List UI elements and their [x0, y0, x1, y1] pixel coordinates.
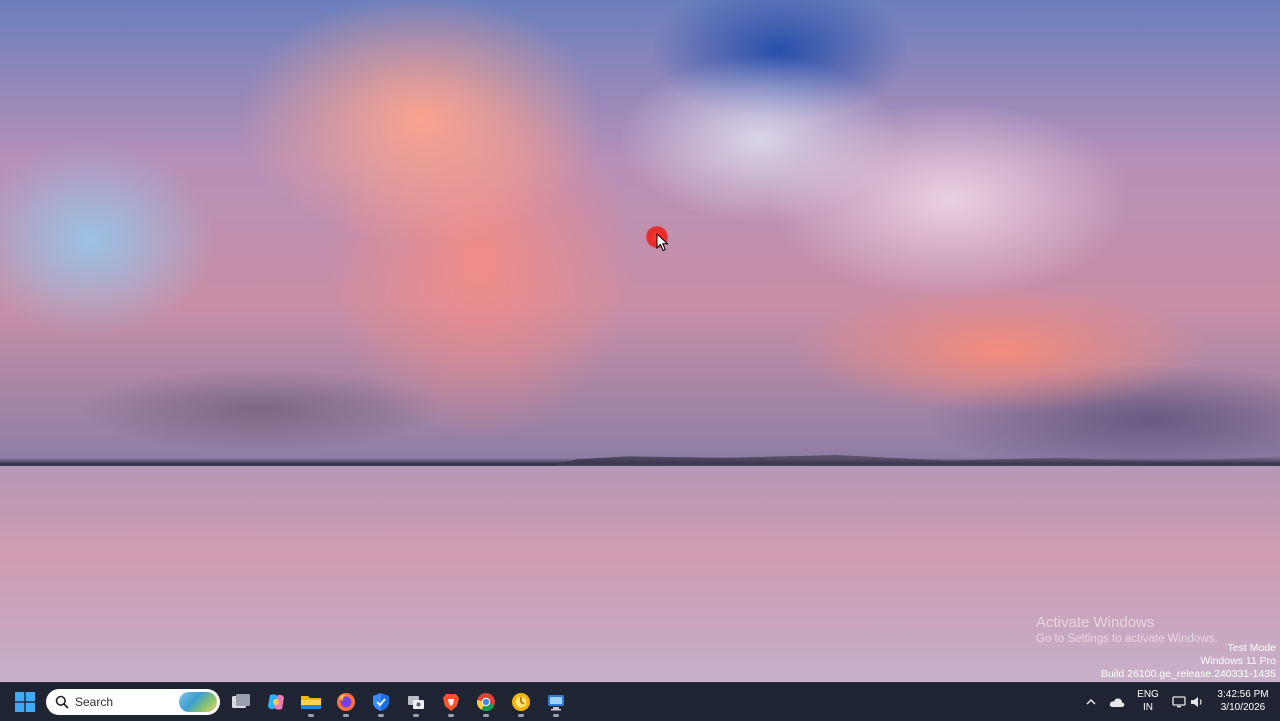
wallpaper-sky: [0, 0, 1280, 463]
network-icon: [1172, 696, 1186, 708]
security-shield-icon: [373, 693, 389, 711]
build-info: Test Mode Windows 11 Pro Build 26100.ge_…: [1101, 642, 1276, 681]
test-mode-label: Test Mode: [1227, 642, 1276, 654]
mouse-pointer-icon: [656, 233, 669, 252]
chrome-icon: [476, 693, 495, 712]
windows-logo-icon: [15, 692, 35, 712]
keyboard-region: IN: [1143, 702, 1153, 713]
yellow-app-button[interactable]: [506, 687, 536, 717]
firefox-button[interactable]: [331, 687, 361, 717]
taskbar-search-box[interactable]: Search: [46, 689, 220, 715]
wallpaper-reflection: [0, 466, 1280, 682]
security-button[interactable]: [366, 687, 396, 717]
edition-label: Windows 11 Pro: [1200, 655, 1276, 667]
search-highlight-image: [179, 692, 217, 712]
show-hidden-icons-button[interactable]: [1080, 687, 1102, 717]
remote-desktop-icon: [408, 696, 424, 709]
brave-button[interactable]: [436, 687, 466, 717]
search-icon: [55, 695, 69, 709]
copilot-button[interactable]: [261, 687, 291, 717]
chevron-up-icon: [1086, 698, 1096, 705]
clock-date: 3/10/2026: [1220, 702, 1266, 713]
language-indicator[interactable]: ENG IN: [1134, 688, 1162, 714]
network-app-button[interactable]: [541, 687, 571, 717]
remote-desktop-button[interactable]: [401, 687, 431, 717]
yellow-app-icon: [512, 693, 530, 711]
volume-icon: [1191, 697, 1202, 707]
start-button[interactable]: [10, 687, 40, 717]
search-placeholder: Search: [75, 695, 114, 709]
task-view-icon: [232, 694, 250, 708]
task-view-button[interactable]: [226, 687, 256, 717]
clock-time: 3:42:56 PM: [1217, 689, 1269, 700]
clock[interactable]: 3:42:56 PM 3/10/2026: [1210, 688, 1276, 714]
copilot-icon: [268, 694, 284, 710]
onedrive-button[interactable]: [1104, 687, 1130, 717]
firefox-icon: [337, 693, 355, 711]
file-explorer-button[interactable]: [296, 687, 326, 717]
file-explorer-icon: [301, 696, 321, 709]
chrome-button[interactable]: [471, 687, 501, 717]
build-number-label: Build 26100.ge_release.240331-1435: [1100, 668, 1276, 680]
taskbar: Search ENG IN 3:42:56 PM 3/10/2026: [0, 682, 1280, 721]
brave-icon: [443, 694, 459, 711]
network-app-icon: [548, 695, 564, 711]
activate-windows-watermark: Activate Windows Go to Settings to activ…: [1036, 614, 1218, 645]
cloud-icon: [1109, 697, 1125, 707]
language-code: ENG: [1137, 689, 1159, 700]
desktop-wallpaper: [0, 0, 1280, 682]
activate-windows-title: Activate Windows: [1036, 614, 1155, 631]
quick-settings-button[interactable]: [1166, 687, 1210, 717]
